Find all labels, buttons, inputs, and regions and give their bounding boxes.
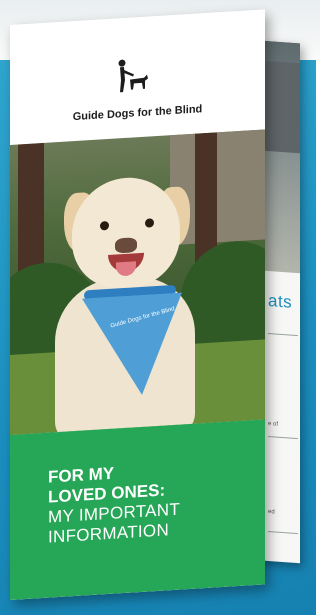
front-brochure-panel: Guide Dogs for the Blind Guide Dogs for …	[10, 9, 265, 601]
back-panel-rule	[268, 436, 298, 440]
dog-nose	[115, 237, 137, 254]
back-panel-text-fragment: e of	[268, 421, 279, 428]
back-panel-rule	[268, 531, 298, 535]
guide-dog-logo-icon	[118, 59, 148, 93]
back-building	[262, 60, 300, 154]
back-panel-heading: ats	[268, 291, 293, 312]
logo-area: Guide Dogs for the Blind	[10, 9, 265, 145]
back-panel-rule	[268, 333, 298, 337]
headline: FOR MY LOVED ONES: MY IMPORTANT INFORMAT…	[48, 460, 180, 548]
back-panel-text-fragment: ed	[268, 509, 275, 516]
dog-photo: Guide Dogs for the Blind	[10, 129, 265, 435]
organization-name: Guide Dogs for the Blind	[72, 103, 203, 124]
